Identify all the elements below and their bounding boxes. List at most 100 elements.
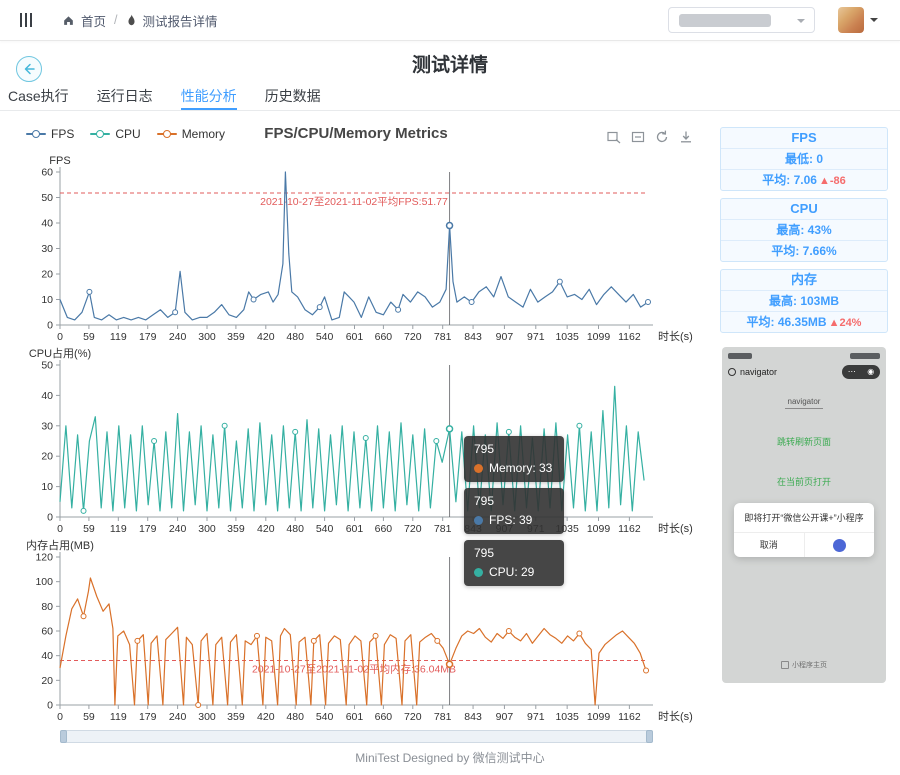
- cpu-card-title: CPU: [790, 201, 818, 216]
- svg-text:420: 420: [257, 523, 275, 535]
- phone-modal-cancel: 取消: [734, 533, 805, 558]
- caret-down-icon[interactable]: [870, 18, 878, 26]
- datazoom-slider[interactable]: [60, 730, 653, 743]
- svg-text:720: 720: [404, 523, 422, 535]
- svg-text:420: 420: [257, 331, 275, 343]
- svg-text:0: 0: [47, 512, 53, 524]
- home-icon: [64, 15, 73, 25]
- svg-text:720: 720: [404, 711, 422, 723]
- breadcrumb: 首页 / 测试报告详情: [62, 0, 218, 40]
- zoom-reset-icon[interactable]: [630, 129, 646, 145]
- chart-tooltip: 795 Memory: 33 795 FPS: 39 795 CPU: 29: [464, 436, 565, 592]
- svg-text:179: 179: [139, 711, 157, 723]
- breadcrumb-home-link[interactable]: 首页: [81, 11, 106, 30]
- select-value-redacted: [679, 13, 771, 27]
- svg-text:100: 100: [35, 576, 53, 588]
- svg-text:0: 0: [57, 523, 63, 535]
- svg-text:20: 20: [41, 269, 53, 281]
- svg-text:1035: 1035: [555, 331, 579, 343]
- avatar[interactable]: [838, 7, 864, 33]
- svg-text:119: 119: [110, 331, 127, 343]
- fps-stat-card: FPS 最低: 0 平均: 7.06 ▲-86: [720, 127, 888, 191]
- memory-avg-row: 平均: 46.35MB ▲24%: [721, 311, 887, 332]
- svg-text:120: 120: [35, 552, 53, 564]
- svg-text:971: 971: [527, 331, 545, 343]
- datazoom-handle-right[interactable]: [646, 730, 653, 743]
- tooltip-cpu-x: 795: [474, 546, 495, 560]
- cpu-max-row: 最高: 43%: [721, 219, 887, 240]
- fps-avg-row: 平均: 7.06 ▲-86: [721, 169, 887, 190]
- svg-text:50: 50: [41, 360, 53, 372]
- svg-text:2021-10-27至2021-11-02平均内存:36.0: 2021-10-27至2021-11-02平均内存:36.04MB: [252, 663, 456, 676]
- fire-icon: [127, 14, 135, 25]
- phone-status-bar: [722, 347, 886, 362]
- svg-text:20: 20: [41, 675, 53, 687]
- datazoom-icon[interactable]: [606, 129, 622, 145]
- memory-max-row: 最高: 103MB: [721, 290, 887, 311]
- svg-text:59: 59: [83, 711, 95, 723]
- status-time-redacted: [728, 353, 752, 359]
- svg-text:843: 843: [464, 331, 482, 343]
- status-icons-redacted: [850, 353, 880, 359]
- svg-text:60: 60: [41, 626, 53, 638]
- refresh-icon[interactable]: [654, 129, 670, 145]
- svg-text:1099: 1099: [587, 331, 611, 343]
- chevron-down-icon: [797, 19, 805, 27]
- svg-text:1099: 1099: [587, 523, 611, 535]
- svg-text:660: 660: [375, 711, 393, 723]
- page-footer: MiniTest Designed by 微信测试中心: [355, 751, 545, 765]
- svg-text:480: 480: [286, 711, 304, 723]
- phone-tab: navigator: [722, 391, 886, 409]
- svg-text:300: 300: [198, 711, 216, 723]
- memory-stat-card: 内存 最高: 103MB 平均: 46.35MB ▲24%: [720, 269, 888, 333]
- tooltip-fps: 795 FPS: 39: [464, 488, 565, 534]
- phone-link-refresh: 跳转刷新页面: [776, 437, 831, 447]
- svg-text:540: 540: [316, 711, 334, 723]
- svg-text:240: 240: [169, 331, 187, 343]
- mini-program-home-icon: [781, 661, 789, 669]
- svg-text:59: 59: [83, 331, 95, 343]
- tab-run-log[interactable]: 运行日志: [97, 84, 153, 110]
- download-icon[interactable]: [678, 129, 694, 145]
- svg-text:80: 80: [41, 601, 53, 613]
- svg-text:内存占用(MB): 内存占用(MB): [26, 538, 94, 552]
- phone-modal-confirm: [805, 538, 875, 552]
- datazoom-handle-left[interactable]: [60, 730, 67, 743]
- tooltip-fps-x: 795: [474, 494, 495, 508]
- svg-text:420: 420: [257, 711, 275, 723]
- tab-case-execution[interactable]: Case执行: [8, 84, 69, 110]
- svg-text:2021-10-27至2021-11-02平均FPS:51.: 2021-10-27至2021-11-02平均FPS:51.77: [260, 196, 448, 208]
- svg-text:60: 60: [41, 167, 53, 179]
- svg-text:971: 971: [527, 711, 545, 723]
- svg-text:601: 601: [346, 523, 364, 535]
- svg-text:119: 119: [110, 711, 127, 723]
- svg-text:601: 601: [346, 331, 364, 343]
- device-screenshot: navigator ⋯ ◉ navigator 跳转刷新页面 在当前页打开 即将…: [722, 347, 886, 683]
- tab-history-data[interactable]: 历史数据: [265, 84, 321, 110]
- breadcrumb-current: 测试报告详情: [142, 14, 218, 29]
- svg-text:时长(s): 时长(s): [658, 330, 693, 343]
- svg-text:240: 240: [169, 711, 187, 723]
- svg-text:781: 781: [434, 711, 452, 723]
- svg-text:843: 843: [464, 711, 482, 723]
- page-title: 测试详情: [411, 55, 488, 76]
- cpu-stat-card: CPU 最高: 43% 平均: 7.66%: [720, 198, 888, 262]
- svg-text:59: 59: [83, 523, 95, 535]
- charts-svg[interactable]: FPS01020304050600 59 119 179 240 300 359 420 480…: [0, 150, 712, 762]
- svg-text:480: 480: [286, 331, 304, 343]
- phone-footer: 小程序主页: [722, 660, 886, 670]
- svg-text:660: 660: [375, 331, 393, 343]
- phone-modal: 即将打开“微信公开课+”小程序 取消: [734, 503, 875, 558]
- svg-text:CPU占用(%): CPU占用(%): [29, 346, 91, 360]
- svg-text:119: 119: [110, 523, 127, 535]
- tab-performance-analysis[interactable]: 性能分析: [180, 84, 237, 110]
- svg-text:359: 359: [227, 523, 245, 535]
- tooltip-cpu: 795 CPU: 29: [464, 540, 565, 586]
- svg-text:240: 240: [169, 523, 187, 535]
- env-select[interactable]: [668, 7, 815, 33]
- tooltip-fps-value: FPS: 39: [489, 513, 533, 527]
- menu-toggle-icon[interactable]: [20, 13, 34, 27]
- svg-text:781: 781: [434, 331, 452, 343]
- svg-text:480: 480: [286, 523, 304, 535]
- cpu-series-dot: [474, 567, 483, 577]
